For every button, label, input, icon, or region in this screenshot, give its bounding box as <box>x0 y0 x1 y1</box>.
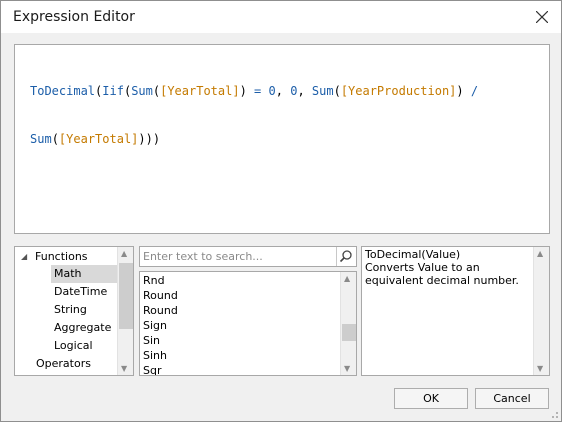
tree-node-label: Operators <box>36 357 91 370</box>
close-button[interactable] <box>529 5 555 29</box>
tree-node-aggregate[interactable]: Aggregate <box>54 319 111 337</box>
function-list-item[interactable]: Sqr <box>143 363 162 375</box>
resize-grip-icon[interactable] <box>549 409 559 419</box>
description-text: ToDecimal(Value) Converts Value to an eq… <box>365 248 530 287</box>
expression-line-2: Sum([YearTotal]))) <box>30 131 540 147</box>
expression-token: [YearProduction] <box>340 84 457 98</box>
function-list[interactable]: Rnd Round Round Sign Sin Sinh Sqr ▲ ▼ <box>139 271 357 376</box>
search-input[interactable] <box>143 248 333 265</box>
expression-token: / <box>470 84 479 98</box>
tree-node-string[interactable]: String <box>54 301 87 319</box>
tree-node-label: String <box>54 303 87 316</box>
tree-node-math[interactable]: Math <box>51 265 117 283</box>
cancel-button[interactable]: Cancel <box>475 388 549 409</box>
tree-node-label: Aggregate <box>54 321 112 334</box>
expand-triangle-icon[interactable]: ◢ <box>21 248 27 266</box>
expression-token: , <box>297 84 312 98</box>
expression-token: ToDecimal <box>30 84 96 98</box>
function-signature: ToDecimal(Value) <box>365 248 461 261</box>
scroll-down-icon[interactable]: ▼ <box>121 364 127 373</box>
function-description: Converts Value to an equivalent decimal … <box>365 261 519 287</box>
scroll-up-icon[interactable]: ▲ <box>344 274 350 283</box>
function-search-box[interactable] <box>139 246 357 267</box>
close-icon <box>536 11 548 23</box>
expression-token: ) <box>456 84 471 98</box>
expression-token: ) <box>239 84 255 98</box>
scroll-thumb[interactable] <box>119 263 133 329</box>
expression-token: ))) <box>138 132 161 146</box>
description-panel: ToDecimal(Value) Converts Value to an eq… <box>361 246 550 376</box>
ok-button[interactable]: OK <box>394 388 468 409</box>
scroll-down-icon[interactable]: ▼ <box>537 364 543 373</box>
expression-token: [YearTotal] <box>58 132 139 146</box>
expression-token: Iif <box>102 84 124 98</box>
function-list-item[interactable]: Sinh <box>143 348 167 363</box>
scroll-up-icon[interactable]: ▲ <box>537 249 543 258</box>
expression-text-area[interactable]: ToDecimal(Iif(Sum([YearTotal]) = 0, 0, S… <box>14 44 550 234</box>
expression-token: Sum <box>30 132 52 146</box>
function-list-item[interactable]: Round <box>143 303 178 318</box>
category-tree[interactable]: ◢ Functions Math DateTime String Aggrega… <box>14 246 134 376</box>
tree-node-label: DateTime <box>54 285 108 298</box>
expression-token: [YearTotal] <box>160 84 240 98</box>
dialog-title: Expression Editor <box>13 9 135 25</box>
expression-editor-dialog: Expression Editor ToDecimal(Iif(Sum([Yea… <box>0 0 562 422</box>
function-list-item[interactable]: Sin <box>143 333 160 348</box>
expression-token: Sum <box>131 84 153 98</box>
scroll-down-icon[interactable]: ▼ <box>344 364 350 373</box>
search-icon <box>339 250 352 263</box>
tree-node-datetime[interactable]: DateTime <box>54 283 107 301</box>
tree-scrollbar[interactable]: ▲ ▼ <box>117 247 133 375</box>
expression-token: ( <box>333 84 341 98</box>
function-list-item[interactable]: Sign <box>143 318 167 333</box>
function-list-scrollbar[interactable]: ▲ ▼ <box>340 272 356 375</box>
expression-token: Sum <box>311 84 334 98</box>
expression-token: , <box>275 84 291 98</box>
function-list-item[interactable]: Rnd <box>143 273 165 288</box>
tree-node-logical[interactable]: Logical <box>54 337 93 355</box>
expression-token: ( <box>51 132 59 146</box>
tree-node-label: Math <box>54 267 82 280</box>
function-list-item[interactable]: Round <box>143 288 178 303</box>
expression-code: ToDecimal(Iif(Sum([YearTotal]) = 0, 0, S… <box>30 51 540 179</box>
expression-token <box>261 84 268 98</box>
tree-node-label: Functions <box>35 250 88 263</box>
search-button[interactable] <box>336 247 356 266</box>
expression-token: 0 <box>268 84 276 98</box>
title-bar: Expression Editor <box>1 1 561 33</box>
scroll-thumb[interactable] <box>342 324 356 341</box>
tree-node-operators[interactable]: Operators <box>36 355 91 373</box>
expression-line-1: ToDecimal(Iif(Sum([YearTotal]) = 0, 0, S… <box>30 83 540 99</box>
tree-node-label: Logical <box>54 339 93 352</box>
description-scrollbar[interactable]: ▲ ▼ <box>533 247 549 375</box>
scroll-up-icon[interactable]: ▲ <box>121 249 127 258</box>
